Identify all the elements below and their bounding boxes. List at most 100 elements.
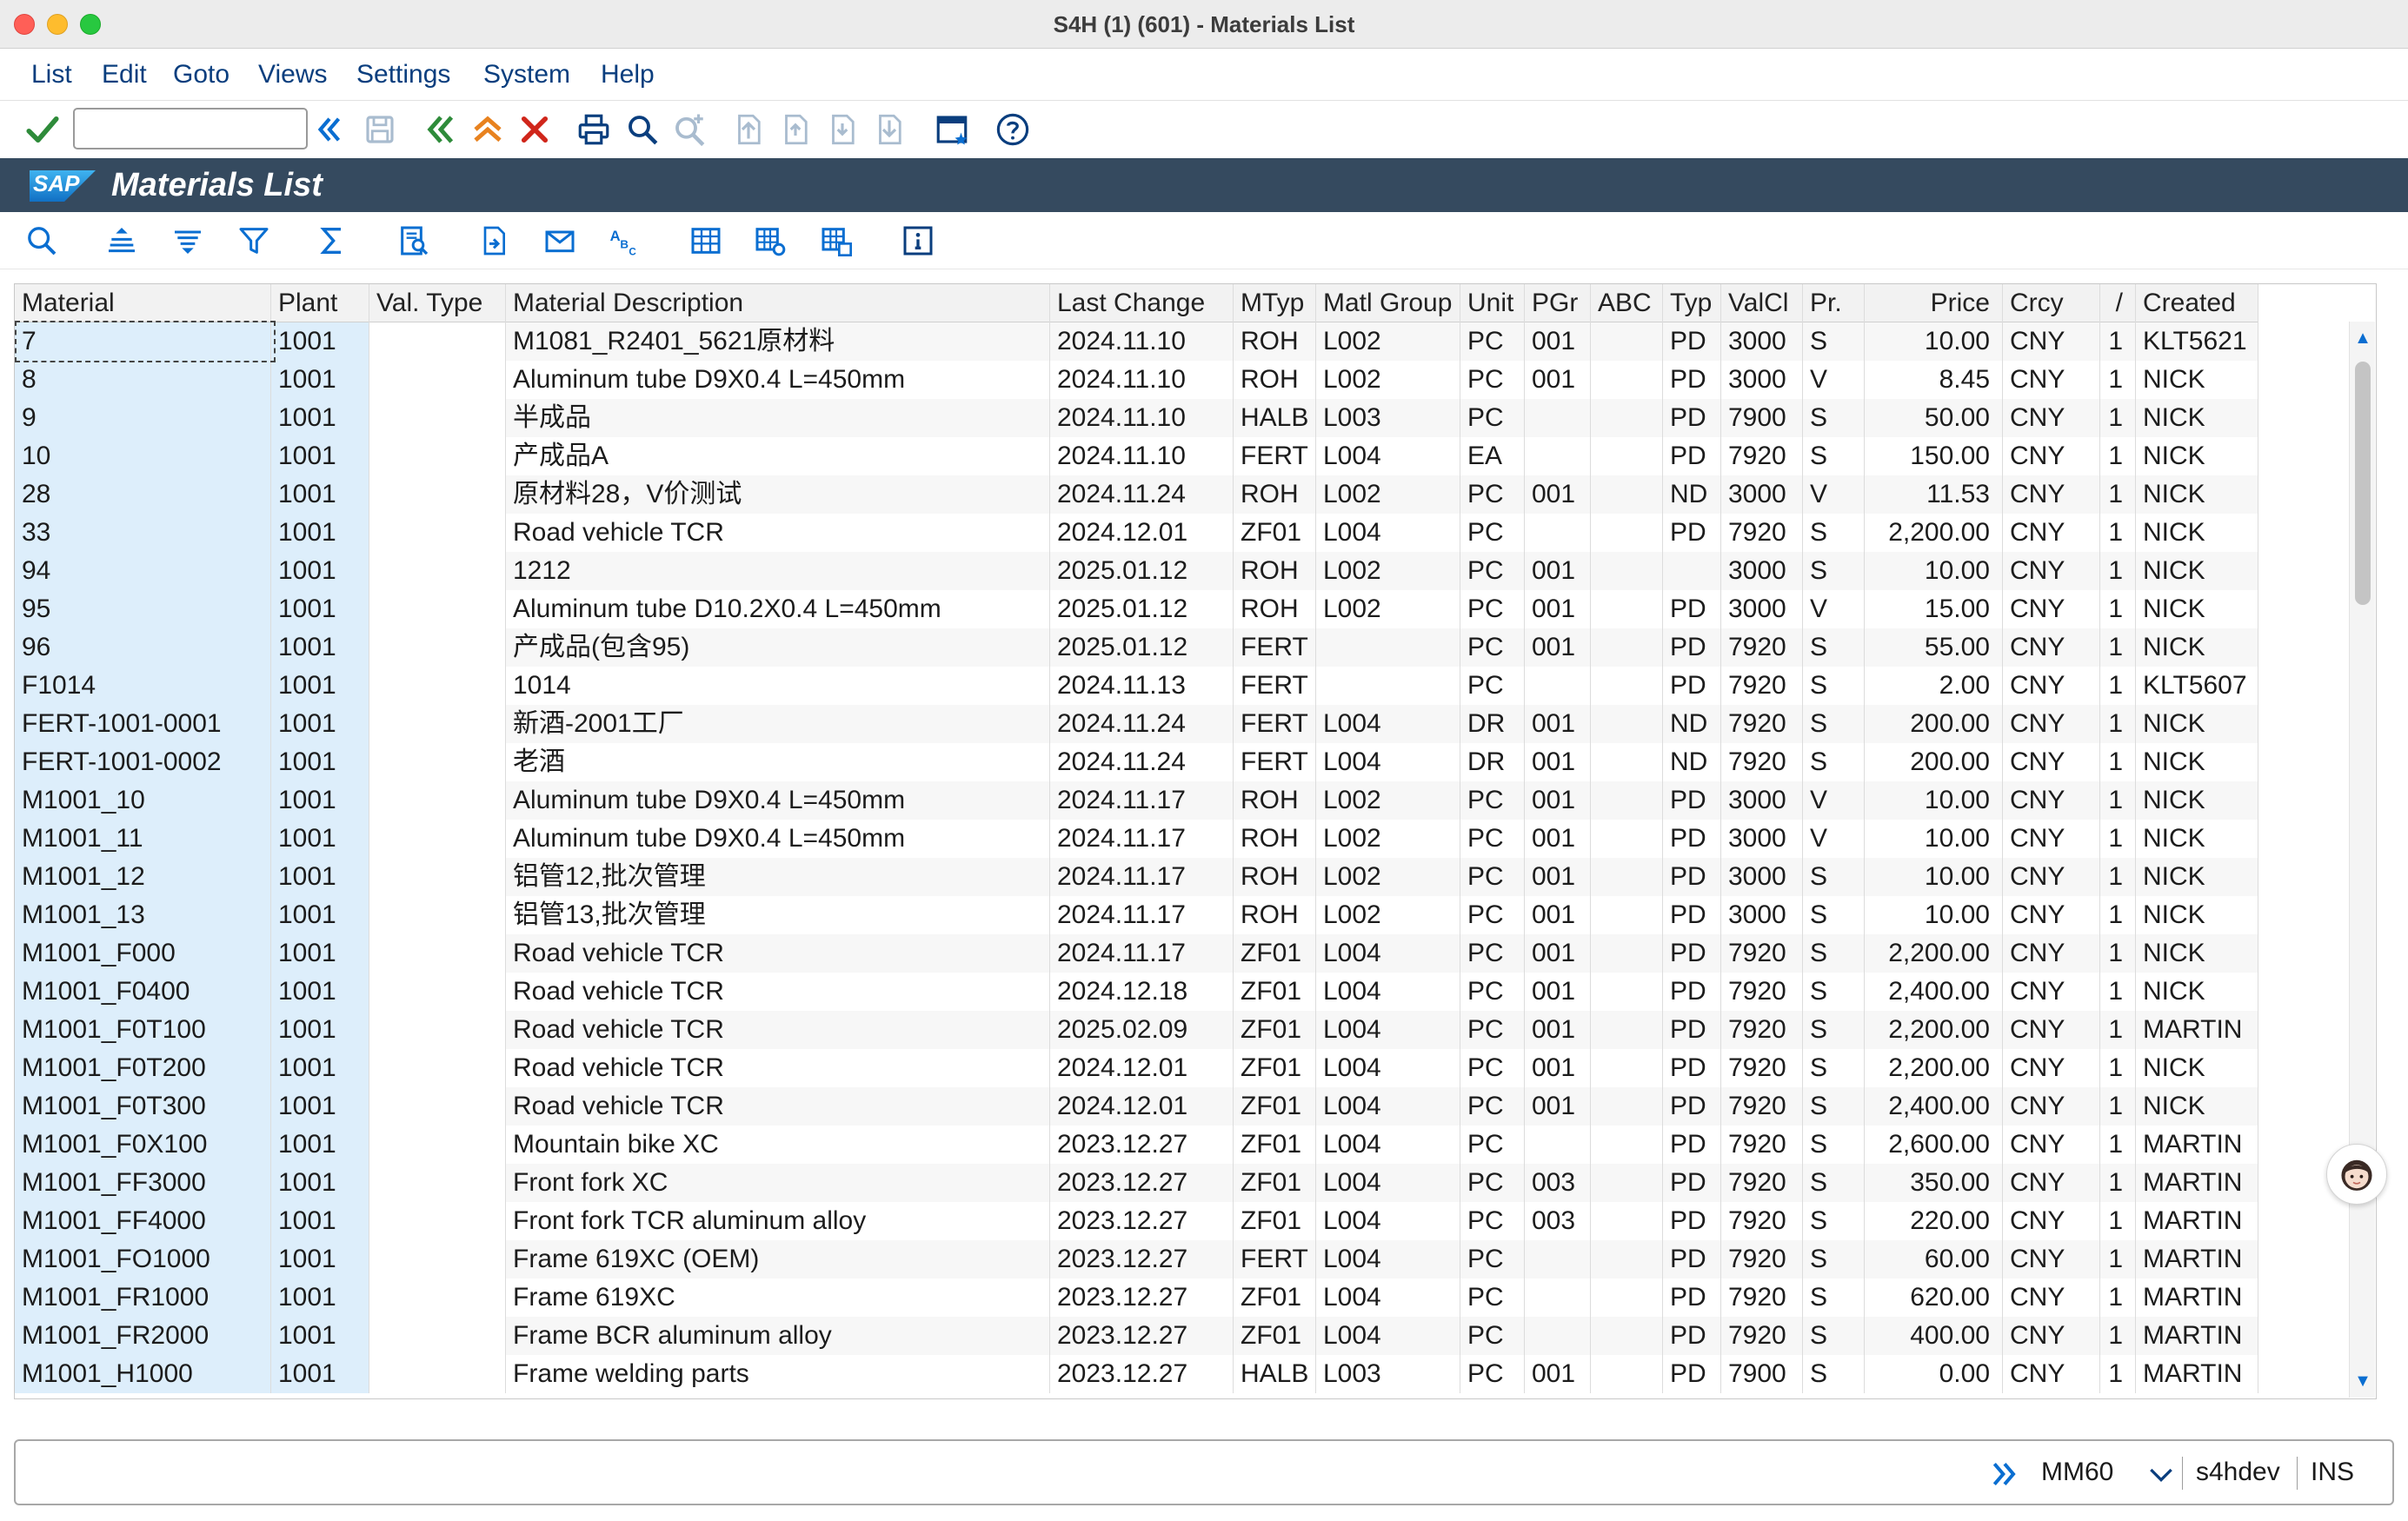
cell-last-change[interactable]: 2024.11.17 — [1050, 896, 1234, 934]
cell-per[interactable]: 1 — [2100, 475, 2136, 514]
cell-pr[interactable]: V — [1803, 590, 1865, 628]
cell-material[interactable]: M1001_FR2000 — [15, 1317, 271, 1355]
cell-material-description[interactable]: Aluminum tube D9X0.4 L=450mm — [506, 820, 1050, 858]
cell-val-type[interactable] — [369, 1240, 506, 1279]
change-layout-icon[interactable] — [751, 222, 789, 260]
cell-abc[interactable] — [1591, 1126, 1663, 1164]
cell-matl-group[interactable]: L004 — [1316, 1202, 1460, 1240]
cell-last-change[interactable]: 2023.12.27 — [1050, 1317, 1234, 1355]
cell-last-change[interactable]: 2025.01.12 — [1050, 590, 1234, 628]
cell-material[interactable]: M1001_13 — [15, 896, 271, 934]
cell-material-description[interactable]: Front fork XC — [506, 1164, 1050, 1202]
cell-pr[interactable]: S — [1803, 1164, 1865, 1202]
cell-material-description[interactable]: 老酒 — [506, 743, 1050, 781]
cell-material-description[interactable]: Frame welding parts — [506, 1355, 1050, 1393]
cell-abc[interactable] — [1591, 628, 1663, 667]
cell-pgr[interactable] — [1525, 1240, 1591, 1279]
cell-matl-group[interactable]: L002 — [1316, 322, 1460, 361]
cell-last-change[interactable]: 2024.11.10 — [1050, 437, 1234, 475]
cell-abc[interactable] — [1591, 1279, 1663, 1317]
cell-mtyp[interactable]: ZF01 — [1234, 973, 1316, 1011]
cell-material-description[interactable]: Aluminum tube D10.2X0.4 L=450mm — [506, 590, 1050, 628]
column-header-matl-group[interactable]: Matl Group — [1316, 284, 1460, 322]
cell-material[interactable]: M1001_10 — [15, 781, 271, 820]
cell-val-type[interactable] — [369, 896, 506, 934]
cell-unit[interactable]: PC — [1460, 1087, 1525, 1126]
cell-plant[interactable]: 1001 — [271, 743, 369, 781]
cell-valcl[interactable]: 7920 — [1721, 934, 1803, 973]
scroll-up-icon[interactable]: ▲ — [2350, 325, 2376, 351]
menu-list[interactable]: List — [31, 49, 72, 101]
cell-val-type[interactable] — [369, 973, 506, 1011]
cell-created[interactable]: NICK — [2136, 858, 2258, 896]
cell-material-description[interactable]: Road vehicle TCR — [506, 514, 1050, 552]
column-header-price[interactable]: Price — [1865, 284, 2003, 322]
menu-settings[interactable]: Settings — [356, 49, 450, 101]
cell-price[interactable]: 2.00 — [1865, 667, 2003, 705]
cell-mtyp[interactable]: ROH — [1234, 475, 1316, 514]
cell-plant[interactable]: 1001 — [271, 628, 369, 667]
cell-last-change[interactable]: 2024.11.17 — [1050, 781, 1234, 820]
cell-crcy[interactable]: CNY — [2003, 743, 2100, 781]
cell-pgr[interactable]: 001 — [1525, 1049, 1591, 1087]
cell-per[interactable]: 1 — [2100, 1087, 2136, 1126]
menu-goto[interactable]: Goto — [173, 49, 229, 101]
cell-valcl[interactable]: 3000 — [1721, 322, 1803, 361]
cell-typ[interactable]: PD — [1663, 1240, 1721, 1279]
cell-price[interactable]: 55.00 — [1865, 628, 2003, 667]
column-header-pgr[interactable]: PGr — [1525, 284, 1591, 322]
cell-unit[interactable]: PC — [1460, 781, 1525, 820]
cell-pr[interactable]: V — [1803, 475, 1865, 514]
cell-pgr[interactable]: 001 — [1525, 475, 1591, 514]
cell-mtyp[interactable]: ZF01 — [1234, 1279, 1316, 1317]
cell-unit[interactable]: PC — [1460, 1164, 1525, 1202]
cell-abc[interactable] — [1591, 514, 1663, 552]
cell-unit[interactable]: PC — [1460, 667, 1525, 705]
cell-per[interactable]: 1 — [2100, 1049, 2136, 1087]
cell-pgr[interactable]: 001 — [1525, 1011, 1591, 1049]
cell-matl-group[interactable]: L004 — [1316, 514, 1460, 552]
cell-valcl[interactable]: 7920 — [1721, 514, 1803, 552]
cell-per[interactable]: 1 — [2100, 973, 2136, 1011]
cell-pgr[interactable]: 001 — [1525, 1355, 1591, 1393]
cell-pgr[interactable] — [1525, 399, 1591, 437]
cell-mtyp[interactable]: FERT — [1234, 1240, 1316, 1279]
cell-crcy[interactable]: CNY — [2003, 590, 2100, 628]
cell-pr[interactable]: S — [1803, 1011, 1865, 1049]
cell-per[interactable]: 1 — [2100, 437, 2136, 475]
cell-pr[interactable]: S — [1803, 322, 1865, 361]
status-expand-icon[interactable] — [1987, 1457, 2022, 1491]
cell-valcl[interactable]: 3000 — [1721, 858, 1803, 896]
chevron-down-icon[interactable] — [2144, 1457, 2179, 1491]
table-row[interactable]: M1001_F0T300 1001 Road vehicle TCR 2024.12.… — [15, 1087, 2258, 1126]
cell-last-change[interactable]: 2024.11.17 — [1050, 858, 1234, 896]
cell-last-change[interactable]: 2023.12.27 — [1050, 1279, 1234, 1317]
cell-mtyp[interactable]: ROH — [1234, 590, 1316, 628]
cell-unit[interactable]: PC — [1460, 475, 1525, 514]
cell-matl-group[interactable]: L004 — [1316, 1126, 1460, 1164]
cell-material[interactable]: 95 — [15, 590, 271, 628]
cell-last-change[interactable]: 2024.12.01 — [1050, 1087, 1234, 1126]
cell-abc[interactable] — [1591, 361, 1663, 399]
cell-matl-group[interactable]: L002 — [1316, 896, 1460, 934]
cell-pgr[interactable]: 001 — [1525, 361, 1591, 399]
cell-pgr[interactable]: 001 — [1525, 322, 1591, 361]
filter-icon[interactable] — [235, 222, 273, 260]
table-row[interactable]: FERT-1001-0001 1001 新酒-2001工厂 2024.11.24 FER… — [15, 705, 2258, 743]
cell-plant[interactable]: 1001 — [271, 1049, 369, 1087]
cell-pgr[interactable]: 001 — [1525, 590, 1591, 628]
cell-last-change[interactable]: 2024.11.10 — [1050, 399, 1234, 437]
cell-val-type[interactable] — [369, 743, 506, 781]
find-next-icon[interactable] — [669, 110, 709, 149]
cell-price[interactable]: 10.00 — [1865, 896, 2003, 934]
cell-material[interactable]: M1001_F0X100 — [15, 1126, 271, 1164]
cell-pr[interactable]: S — [1803, 973, 1865, 1011]
cell-per[interactable]: 1 — [2100, 1164, 2136, 1202]
cell-per[interactable]: 1 — [2100, 514, 2136, 552]
cell-created[interactable]: MARTIN — [2136, 1164, 2258, 1202]
cell-matl-group[interactable]: L004 — [1316, 1011, 1460, 1049]
cell-typ[interactable]: PD — [1663, 1164, 1721, 1202]
cell-typ[interactable]: PD — [1663, 399, 1721, 437]
cell-material[interactable]: FERT-1001-0001 — [15, 705, 271, 743]
cell-pgr[interactable]: 003 — [1525, 1202, 1591, 1240]
